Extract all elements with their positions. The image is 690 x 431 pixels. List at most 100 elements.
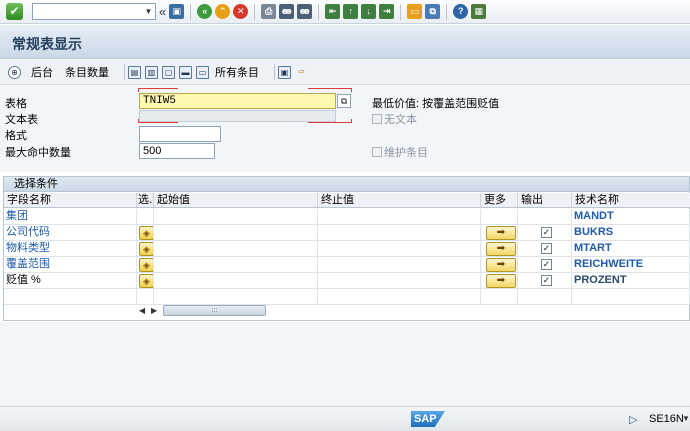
back-arrows-icon[interactable]: « bbox=[159, 4, 166, 19]
horizontal-scrollbar[interactable]: ◀ ▶ ::: bbox=[139, 303, 274, 317]
ok-icon[interactable]: ✔ bbox=[6, 3, 23, 20]
text-table-field bbox=[139, 110, 336, 122]
multiple-selection-icon[interactable]: ➡ bbox=[486, 226, 516, 240]
select-all-icon[interactable]: ▤ bbox=[128, 65, 141, 79]
scroll-thumb[interactable]: ::: bbox=[163, 304, 266, 316]
transaction-code: SE16N bbox=[649, 413, 684, 425]
exit-icon[interactable]: ⌃ bbox=[215, 4, 231, 19]
maintain-entries-label: 维护条目 bbox=[384, 147, 428, 159]
technical-name: REICHWEITE bbox=[574, 258, 644, 270]
column-header-to[interactable]: 终止值 bbox=[318, 193, 481, 208]
separator bbox=[446, 3, 448, 20]
from-value-input[interactable] bbox=[154, 273, 318, 289]
cancel-icon[interactable]: ✕ bbox=[233, 4, 249, 19]
chevron-down-icon[interactable]: ▼ bbox=[682, 414, 690, 423]
from-value-input[interactable] bbox=[154, 241, 318, 257]
format-label: 格式 bbox=[5, 130, 27, 142]
field-name[interactable]: 公司代码 bbox=[6, 226, 50, 238]
multiple-selection-icon[interactable]: ➡ bbox=[486, 258, 516, 272]
application-toolbar: ⊕ 后台 条目数量 ▤ ▥ ▢ ▬ ▭ 所有条目 ▣ ⇨ bbox=[0, 60, 690, 85]
scroll-left-icon[interactable]: ◀ bbox=[139, 306, 147, 315]
table-cell: 物料类型 bbox=[4, 241, 137, 257]
print-icon[interactable]: ⎙ bbox=[261, 4, 277, 19]
help-icon[interactable]: ? bbox=[453, 4, 469, 19]
entries-count-button[interactable]: 条目数量 bbox=[65, 64, 109, 80]
new-session-icon[interactable]: ▭ bbox=[407, 4, 423, 19]
page-title: 常规表显示 bbox=[12, 36, 82, 52]
delete-row-icon[interactable]: ▬ bbox=[179, 65, 192, 79]
table-cell: ✓ bbox=[518, 257, 572, 273]
background-button[interactable]: 后台 bbox=[31, 64, 53, 80]
min-value-label: 最低价值: 按覆盖范围贬值 bbox=[372, 98, 500, 110]
command-field[interactable]: ▼ bbox=[32, 3, 156, 20]
table-cell bbox=[137, 209, 154, 225]
from-value-input[interactable] bbox=[154, 225, 318, 241]
technical-name: MANDT bbox=[574, 210, 614, 222]
to-value-input[interactable] bbox=[318, 241, 481, 257]
table-cell bbox=[318, 289, 481, 305]
field-name[interactable]: 集团 bbox=[6, 210, 28, 222]
execute-icon[interactable]: ⊕ bbox=[8, 65, 21, 79]
max-hits-input[interactable]: 500 bbox=[139, 143, 215, 159]
column-header-more[interactable]: 更多 bbox=[481, 193, 518, 208]
variant-icon[interactable]: ▣ bbox=[278, 65, 291, 79]
technical-name: MTART bbox=[574, 242, 612, 254]
multiple-selection-icon[interactable]: ➡ bbox=[486, 274, 516, 288]
from-value-input[interactable] bbox=[154, 257, 318, 273]
column-header-output[interactable]: 输出 bbox=[518, 193, 572, 208]
output-checkbox[interactable]: ✓ bbox=[541, 243, 552, 254]
next-page-icon[interactable]: ↓ bbox=[361, 4, 377, 19]
format-input[interactable] bbox=[139, 126, 221, 142]
shortcut-icon[interactable]: ⧉ bbox=[425, 4, 441, 19]
find-icon[interactable]: ꙭ bbox=[279, 4, 295, 19]
output-checkbox[interactable]: ✓ bbox=[541, 259, 552, 270]
last-page-icon[interactable]: ⇥ bbox=[379, 4, 395, 19]
first-page-icon[interactable]: ⇤ bbox=[325, 4, 341, 19]
chevron-down-icon[interactable]: ▼ bbox=[142, 4, 155, 19]
play-icon[interactable]: ▷ bbox=[629, 413, 637, 426]
table-input[interactable]: TNIW5 bbox=[139, 93, 336, 109]
table-cell: 贬值 % bbox=[4, 273, 137, 289]
table-cell: ➡ bbox=[481, 273, 518, 289]
field-name[interactable]: 物料类型 bbox=[6, 242, 50, 254]
table-cell: MTART bbox=[572, 241, 690, 257]
customize-icon[interactable]: ▦ bbox=[471, 4, 487, 19]
empty-area bbox=[0, 322, 690, 406]
all-entries-button[interactable]: 所有条目 bbox=[215, 64, 259, 80]
selection-option-icon[interactable]: ◈ bbox=[139, 274, 153, 288]
column-header-from[interactable]: 起始值 bbox=[154, 193, 318, 208]
find-next-icon[interactable]: ꙭ bbox=[297, 4, 313, 19]
delete-all-icon[interactable]: ▭ bbox=[196, 65, 209, 79]
deselect-icon[interactable]: ▢ bbox=[162, 65, 175, 79]
selection-option-icon[interactable]: ◈ bbox=[139, 226, 153, 240]
field-name[interactable]: 覆盖范围 bbox=[6, 258, 50, 270]
multiple-selection-icon[interactable]: ➡ bbox=[486, 242, 516, 256]
back-icon[interactable]: « bbox=[197, 4, 213, 19]
sap-logo: SAP bbox=[411, 411, 445, 427]
table-cell: ➡ bbox=[481, 257, 518, 273]
to-value-input[interactable] bbox=[318, 273, 481, 289]
select-block-icon[interactable]: ▥ bbox=[145, 65, 158, 79]
highlight-marker bbox=[308, 88, 352, 92]
maintain-entries-checkbox: 维护条目 bbox=[372, 144, 428, 160]
to-value-input[interactable] bbox=[318, 257, 481, 273]
prev-page-icon[interactable]: ↑ bbox=[343, 4, 359, 19]
value-help-icon[interactable]: ⧉ bbox=[337, 94, 351, 108]
column-header-field-name[interactable]: 字段名称 bbox=[4, 193, 137, 208]
table-title: 选择条件 bbox=[4, 177, 689, 192]
system-toolbar: ✔ ▼ « ▣ « ⌃ ✕ ⎙ ꙭ ꙭ ⇤ ↑ ↓ ⇥ ▭ ⧉ ? ▦ bbox=[0, 0, 690, 24]
output-checkbox[interactable]: ✓ bbox=[541, 227, 552, 238]
table-label: 表格 bbox=[5, 98, 27, 110]
table-cell: PROZENT bbox=[572, 273, 690, 289]
output-checkbox[interactable]: ✓ bbox=[541, 275, 552, 286]
selection-option-icon[interactable]: ◈ bbox=[139, 242, 153, 256]
to-value-input[interactable] bbox=[318, 225, 481, 241]
export-icon[interactable]: ⇨ bbox=[295, 66, 308, 79]
scroll-right-icon[interactable]: ▶ bbox=[151, 306, 159, 315]
table-cell: ◈ bbox=[137, 241, 154, 257]
column-header-tech-name[interactable]: 技术名称 bbox=[572, 193, 690, 208]
save-icon[interactable]: ▣ bbox=[169, 4, 185, 19]
selection-option-icon[interactable]: ◈ bbox=[139, 258, 153, 272]
separator bbox=[318, 3, 320, 20]
column-header-sel[interactable]: 选. bbox=[137, 193, 154, 208]
